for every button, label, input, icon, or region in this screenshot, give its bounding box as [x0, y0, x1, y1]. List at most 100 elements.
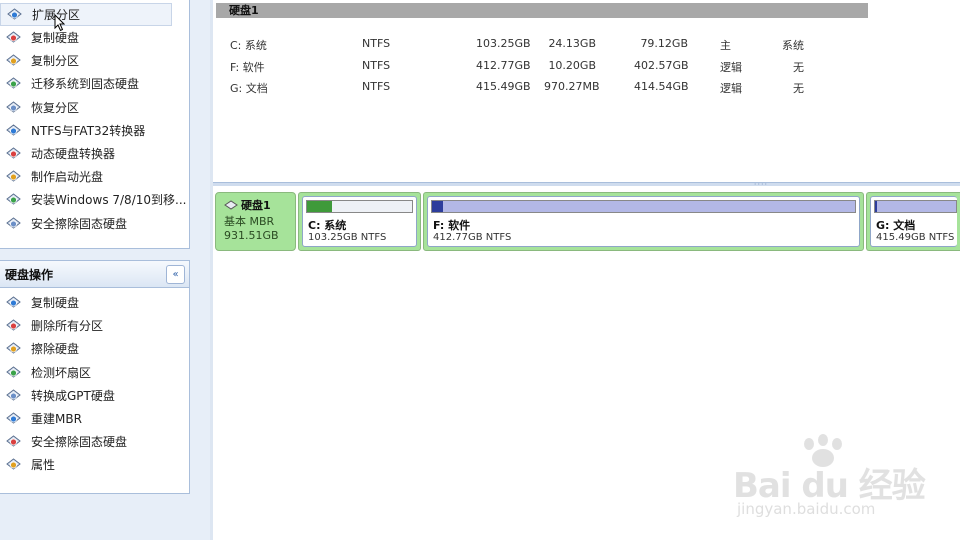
- disk-info-block[interactable]: 硬盘1 基本 MBR 931.51GB: [215, 192, 296, 251]
- wipe-disk-icon: [6, 342, 21, 355]
- wizard-item-label: 迁移系统到固态硬盘: [31, 77, 140, 92]
- disk-op-item[interactable]: 复制硬盘: [0, 291, 189, 314]
- mouse-cursor-icon: [54, 14, 65, 32]
- partition-row[interactable]: G: 文档 NTFS 415.49GB 970.27MB 414.54GB 逻辑 无: [230, 77, 830, 99]
- wizard-item-label: NTFS与FAT32转换器: [31, 123, 146, 138]
- recover-partition-icon: [6, 101, 21, 113]
- used-cell: 24.13GB: [548, 37, 596, 50]
- disk-op-item-label: 复制硬盘: [31, 296, 80, 311]
- wizard-item[interactable]: 安全擦除固态硬盘: [0, 212, 189, 235]
- partition-block-f[interactable]: F: 软件 412.77GB NTFS: [423, 192, 864, 251]
- disk-operations-header[interactable]: 硬盘操作 «: [0, 261, 189, 288]
- disk-op-item-label: 转换成GPT硬盘: [31, 388, 115, 403]
- disk-op-item-label: 重建MBR: [31, 412, 82, 427]
- bootable-media-icon: [6, 170, 21, 182]
- collapse-panel-button[interactable]: «: [166, 264, 185, 284]
- free-cell: 402.57GB: [634, 58, 689, 72]
- partition-name-cell: F: 软件: [230, 60, 265, 74]
- partition-name-cell: G: 文档: [230, 82, 268, 95]
- status-cell: 系统: [782, 39, 804, 52]
- wizard-item-label: 制作启动光盘: [31, 170, 104, 185]
- capacity-cell: 103.25GB: [476, 37, 531, 50]
- partition-name: F: 软件: [433, 219, 471, 232]
- partition-info: 412.77GB NTFS: [433, 232, 512, 243]
- left-sidebar: 扩展分区 复制硬盘 复制分区 迁移系统到固态硬盘 恢复分区 NTFS与FAT32转换器 动态…: [0, 0, 211, 540]
- disk-op-item[interactable]: 擦除硬盘: [0, 337, 189, 360]
- usage-fill: [307, 201, 332, 212]
- disk-op-item[interactable]: 重建MBR: [0, 407, 189, 430]
- disk-op-item-label: 安全擦除固态硬盘: [31, 435, 128, 450]
- type-cell: 逻辑: [720, 60, 742, 74]
- wizard-item-label: 动态硬盘转换器: [31, 147, 116, 162]
- wizard-item[interactable]: 迁移系统到固态硬盘: [0, 72, 189, 95]
- wizard-item[interactable]: 动态硬盘转换器: [0, 142, 189, 165]
- capacity-cell: 412.77GB: [476, 58, 531, 72]
- disk-op-item[interactable]: 安全擦除固态硬盘: [0, 430, 189, 453]
- bad-sector-check-icon: [6, 366, 21, 378]
- rebuild-mbr-icon: [6, 412, 21, 424]
- partition-block-c[interactable]: C: 系统 103.25GB NTFS: [298, 192, 421, 251]
- wizard-item-label: 恢复分区: [31, 100, 80, 115]
- wizard-item[interactable]: 安装Windows 7/8/10到移...: [0, 188, 189, 211]
- partition-table: C: 系统 NTFS 103.25GB 24.13GB 79.12GB 主 系统 F: 软件 N…: [230, 34, 830, 99]
- file-system-cell: NTFS: [362, 58, 391, 72]
- disk-icon: [224, 200, 238, 210]
- partition-block-f-inner: F: 软件 412.77GB NTFS: [427, 196, 860, 247]
- baidu-watermark: Bai du 经验 jingyan.baidu.com: [733, 434, 933, 524]
- partition-info: 103.25GB NTFS: [308, 232, 387, 243]
- wizard-item-label: 安装Windows 7/8/10到移...: [31, 193, 187, 208]
- migrate-os-icon: [6, 77, 21, 90]
- disk-op-item[interactable]: 属性: [0, 453, 189, 476]
- usage-fill: [875, 201, 878, 212]
- disk-name-row: 硬盘1: [224, 197, 295, 213]
- disk-op-item-label: 属性: [31, 458, 56, 473]
- disk-op-item[interactable]: 检测坏扇区: [0, 361, 189, 384]
- partition-block-g[interactable]: G: 文档 415.49GB NTFS: [866, 192, 960, 251]
- delete-all-partitions-icon: [6, 319, 21, 331]
- wizard-item[interactable]: NTFS与FAT32转换器: [0, 119, 189, 142]
- file-system-cell: NTFS: [362, 37, 391, 50]
- partition-row[interactable]: C: 系统 NTFS 103.25GB 24.13GB 79.12GB 主 系统: [230, 34, 830, 56]
- ntfs-fat32-converter-icon: [6, 124, 21, 136]
- horizontal-splitter[interactable]: ····: [213, 181, 960, 189]
- partition-name: G: 文档: [876, 219, 916, 232]
- wizard-item[interactable]: 复制硬盘: [0, 26, 189, 49]
- wizard-item-label: 安全擦除固态硬盘: [31, 216, 128, 231]
- disk-name: 硬盘1: [241, 199, 271, 212]
- wizard-item[interactable]: 制作启动光盘: [0, 165, 189, 188]
- convert-gpt-icon: [6, 389, 21, 401]
- used-cell: 10.20GB: [548, 58, 596, 72]
- disk-map: 硬盘1 基本 MBR 931.51GB C: 系统 103.25GB NTFS …: [213, 190, 960, 254]
- usage-bar: [874, 200, 957, 213]
- copy-partition-icon: [6, 54, 21, 66]
- disk-op-item[interactable]: 转换成GPT硬盘: [0, 384, 189, 407]
- disk-size: 931.51GB: [224, 229, 279, 242]
- wizard-item[interactable]: 恢复分区: [0, 96, 189, 119]
- type-cell: 逻辑: [720, 82, 742, 95]
- partition-row[interactable]: F: 软件 NTFS 412.77GB 10.20GB 402.57GB 逻辑 无: [230, 56, 830, 78]
- free-cell: 414.54GB: [634, 80, 689, 93]
- capacity-cell: 415.49GB: [476, 80, 531, 93]
- disk-header-bar[interactable]: 硬盘1: [216, 3, 868, 18]
- ssd-secure-erase-icon: [6, 435, 21, 447]
- disk-type: 基本 MBR: [224, 215, 275, 228]
- wizard-item[interactable]: 复制分区: [0, 49, 189, 72]
- type-cell: 主: [720, 39, 731, 52]
- disk-operations-panel: 硬盘操作 « 复制硬盘删除所有分区擦除硬盘检测坏扇区转换成GPT硬盘 重建MBR 安…: [0, 260, 190, 494]
- extend-partition-icon: [7, 8, 22, 20]
- wizard-item[interactable]: 扩展分区: [0, 3, 172, 26]
- disk-op-item[interactable]: 删除所有分区: [0, 314, 189, 337]
- partition-name: C: 系统: [308, 219, 347, 232]
- used-cell: 970.27MB: [544, 80, 600, 93]
- status-cell: 无: [793, 82, 804, 95]
- usage-bar: [306, 200, 413, 213]
- splitter-grip-icon[interactable]: ····: [750, 181, 772, 189]
- dynamic-disk-converter-icon: [6, 147, 21, 159]
- properties-icon: [6, 458, 21, 471]
- wizard-item-label: 复制分区: [31, 54, 80, 69]
- status-cell: 无: [793, 60, 804, 74]
- disk-operations-title: 硬盘操作: [5, 267, 54, 282]
- ssd-secure-erase-icon: [6, 216, 21, 229]
- disk-op-item-label: 擦除硬盘: [31, 342, 80, 357]
- copy-disk-icon: [6, 296, 21, 308]
